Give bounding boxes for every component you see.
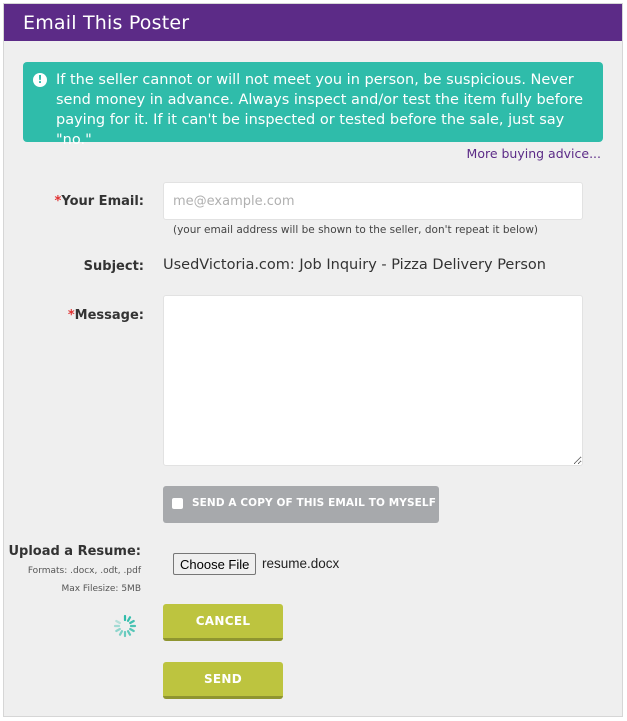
exclamation-circle-icon: ! — [33, 73, 47, 87]
upload-formats-note: Formats: .docx, .odt, .pdf — [27, 566, 141, 576]
page-title: Email This Poster — [23, 12, 190, 34]
message-label-text: Message: — [74, 308, 144, 323]
alert-text: If the seller cannot or will not meet yo… — [56, 72, 584, 148]
email-poster-panel: Email This Poster ! If the seller cannot… — [3, 3, 623, 717]
email-input[interactable] — [163, 182, 583, 220]
email-label: *Your Email: — [4, 194, 144, 209]
title-bar: Email This Poster — [4, 4, 622, 41]
cancel-button[interactable]: CANCEL — [163, 604, 283, 641]
email-note: (your email address will be shown to the… — [173, 224, 539, 236]
required-mark: * — [67, 308, 75, 323]
upload-resume-label: Upload a Resume: — [8, 544, 141, 559]
send-copy-label: SEND A COPY OF THIS EMAIL TO MYSELF — [192, 497, 436, 509]
send-copy-toggle[interactable]: SEND A COPY OF THIS EMAIL TO MYSELF — [163, 486, 439, 523]
selected-file-name: resume.docx — [262, 556, 340, 571]
choose-file-button[interactable]: Choose File — [173, 553, 257, 575]
send-copy-checkbox[interactable] — [172, 498, 183, 509]
message-textarea[interactable] — [163, 295, 583, 466]
upload-max-filesize-note: Max Filesize: 5MB — [61, 584, 141, 594]
subject-value: UsedVictoria.com: Job Inquiry - Pizza De… — [163, 257, 546, 273]
safety-alert: ! If the seller cannot or will not meet … — [23, 62, 603, 148]
subject-label: Subject: — [83, 259, 144, 274]
message-label: *Message: — [4, 308, 144, 323]
email-label-text: Your Email: — [61, 194, 144, 209]
loading-spinner-icon — [113, 614, 137, 638]
more-buying-advice-link[interactable]: More buying advice... — [467, 146, 601, 161]
send-button[interactable]: SEND — [163, 662, 283, 699]
